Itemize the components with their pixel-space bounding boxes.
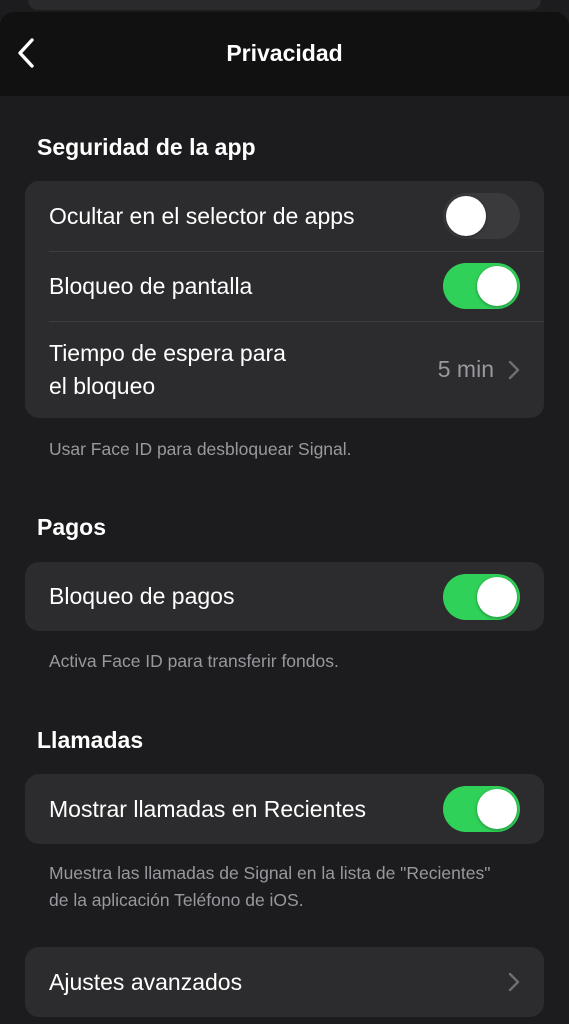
payment-lock-toggle[interactable] bbox=[443, 573, 520, 620]
privacy-screen: Privacidad Seguridad de la app Ocultar e… bbox=[0, 0, 569, 1024]
section-title-payments: Pagos bbox=[37, 514, 107, 540]
page-title: Privacidad bbox=[226, 40, 343, 66]
show-calls-in-recents-row[interactable]: Mostrar llamadas en Recientes bbox=[25, 774, 544, 844]
navigation-bar: Privacidad bbox=[0, 12, 569, 96]
payment-lock-row[interactable]: Bloqueo de pagos bbox=[25, 562, 544, 631]
toggle-knob bbox=[477, 576, 517, 617]
lock-timeout-value: 5 min bbox=[437, 356, 494, 382]
lock-timeout-label: Tiempo de espera para el bloqueo bbox=[49, 337, 438, 403]
section-title-app-security: Seguridad de la app bbox=[37, 134, 256, 160]
screen-lock-toggle[interactable] bbox=[443, 263, 520, 309]
payment-lock-label: Bloqueo de pagos bbox=[49, 583, 235, 609]
toggle-knob bbox=[477, 266, 517, 306]
advanced-group: Ajustes avanzados bbox=[25, 947, 544, 1017]
hide-in-app-switcher-row[interactable]: Ocultar en el selector de apps bbox=[25, 181, 544, 251]
section-title-calls: Llamadas bbox=[37, 727, 144, 753]
show-calls-in-recents-label: Mostrar llamadas en Recientes bbox=[49, 795, 367, 822]
lock-timeout-label-line2: el bloqueo bbox=[49, 372, 156, 399]
screen-lock-row[interactable]: Bloqueo de pantalla bbox=[25, 251, 544, 321]
payments-footer: Activa Face ID para transferir fondos. bbox=[49, 651, 339, 671]
calls-footer: Muestra las llamadas de Signal en la lis… bbox=[49, 863, 491, 910]
advanced-settings-label: Ajustes avanzados bbox=[49, 968, 243, 995]
payments-group: Bloqueo de pagos bbox=[25, 562, 544, 631]
toggle-knob bbox=[477, 789, 517, 829]
chevron-right-icon bbox=[508, 972, 520, 992]
app-security-footer: Usar Face ID para desbloquear Signal. bbox=[49, 439, 352, 459]
calls-group: Mostrar llamadas en Recientes bbox=[25, 774, 544, 844]
chevron-right-icon bbox=[508, 360, 520, 380]
advanced-settings-row[interactable]: Ajustes avanzados bbox=[25, 947, 544, 1017]
toggle-knob bbox=[446, 196, 486, 236]
hide-in-app-switcher-label: Ocultar en el selector de apps bbox=[49, 202, 355, 229]
hide-in-app-switcher-toggle[interactable] bbox=[443, 193, 520, 239]
lock-timeout-label-line1: Tiempo de espera para bbox=[49, 339, 286, 366]
app-security-group: Ocultar en el selector de apps Bloqueo d… bbox=[25, 181, 544, 418]
screen-lock-label: Bloqueo de pantalla bbox=[49, 272, 253, 299]
show-calls-in-recents-toggle[interactable] bbox=[443, 786, 520, 832]
underlying-sheet-edge bbox=[28, 0, 541, 10]
lock-timeout-row[interactable]: Tiempo de espera para el bloqueo 5 min bbox=[25, 321, 544, 418]
